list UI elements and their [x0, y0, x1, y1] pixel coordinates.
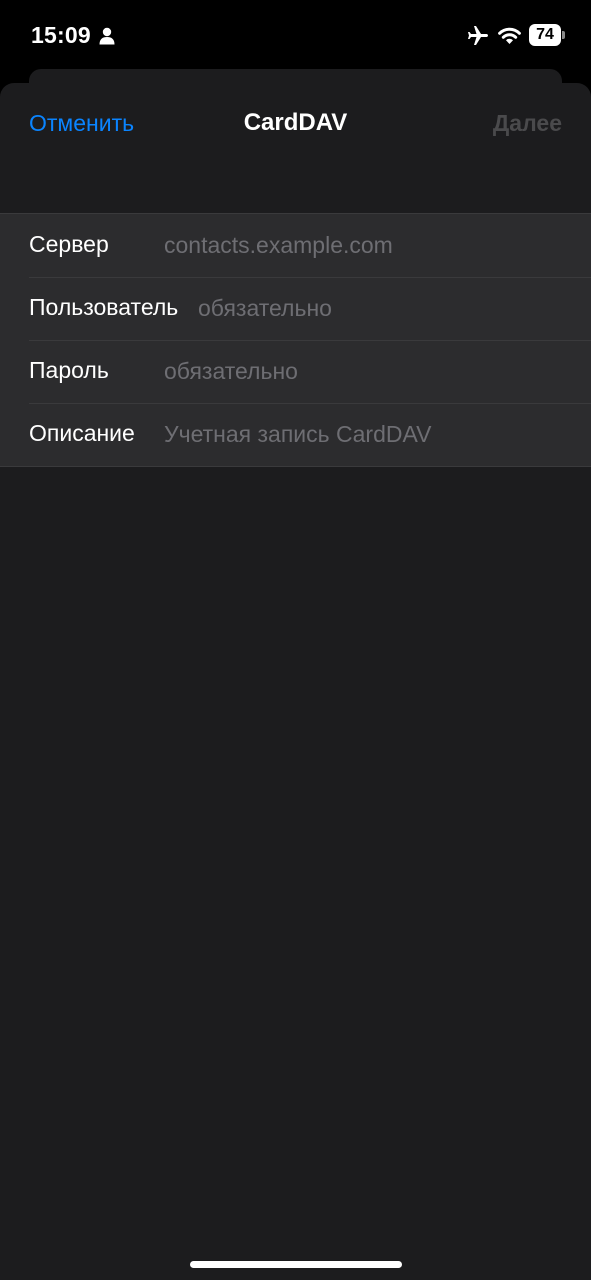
status-bar: 15:09 74: [0, 0, 591, 70]
server-row[interactable]: Сервер: [0, 214, 591, 277]
password-label: Пароль: [29, 357, 109, 383]
home-indicator[interactable]: [190, 1261, 402, 1268]
description-label: Описание: [29, 420, 135, 446]
wifi-icon: [498, 27, 521, 44]
status-time: 15:09: [31, 22, 91, 48]
user-label: Пользователь: [29, 294, 179, 320]
password-row[interactable]: Пароль: [0, 340, 591, 403]
carddav-sheet: Отменить CardDAV Далее Сервер Пользовате…: [0, 83, 591, 1280]
account-form: Сервер Пользователь Пароль Описание: [0, 213, 591, 467]
description-input[interactable]: [164, 417, 581, 451]
next-button[interactable]: Далее: [493, 110, 562, 137]
server-input[interactable]: [164, 228, 581, 262]
server-label: Сервер: [29, 231, 109, 257]
description-row[interactable]: Описание: [0, 403, 591, 466]
password-input[interactable]: [164, 354, 581, 388]
battery-icon: 74: [529, 24, 565, 46]
user-row[interactable]: Пользователь: [0, 277, 591, 340]
user-input[interactable]: [198, 291, 581, 325]
person-icon: [99, 27, 115, 45]
airplane-icon: [468, 26, 488, 45]
battery-level: 74: [536, 26, 554, 43]
